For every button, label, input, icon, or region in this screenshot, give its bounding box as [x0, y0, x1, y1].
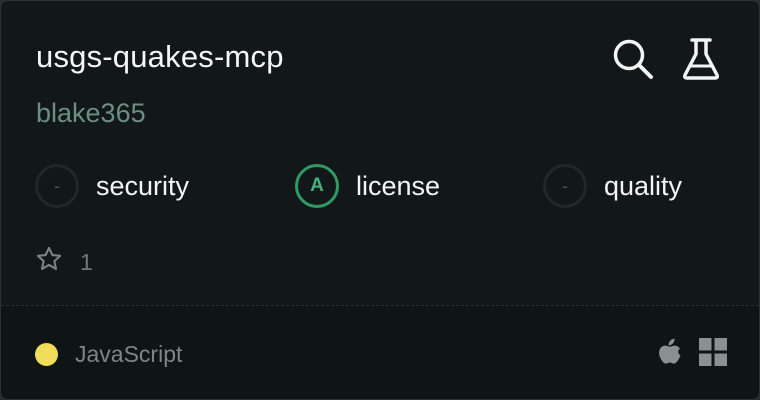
metric-security[interactable]: - security [35, 164, 189, 208]
metric-label: security [96, 170, 190, 201]
language-indicator: JavaScript [35, 341, 182, 368]
metric-license[interactable]: A license [295, 164, 440, 208]
license-grade-badge: A [295, 164, 339, 208]
server-card[interactable]: usgs-quakes-mcp blake365 - security A li… [0, 0, 760, 400]
platform-icons [657, 337, 727, 372]
flask-icon[interactable] [679, 37, 723, 81]
security-grade-badge: - [35, 164, 79, 208]
metric-quality[interactable]: - quality [543, 164, 682, 208]
search-icon[interactable] [611, 37, 655, 81]
card-footer: JavaScript [1, 306, 759, 399]
metric-label: quality [604, 170, 683, 201]
windows-icon [699, 338, 727, 371]
language-color-dot [35, 343, 58, 366]
card-actions [611, 37, 723, 81]
star-outline-icon [35, 245, 63, 279]
card-author[interactable]: blake365 [36, 98, 146, 129]
apple-icon [657, 337, 683, 372]
card-title[interactable]: usgs-quakes-mcp [36, 39, 284, 75]
quality-grade-badge: - [543, 164, 587, 208]
metric-label: license [356, 170, 441, 201]
star-count: 1 [35, 245, 93, 279]
language-label: JavaScript [75, 341, 183, 367]
star-count-value: 1 [80, 248, 93, 275]
